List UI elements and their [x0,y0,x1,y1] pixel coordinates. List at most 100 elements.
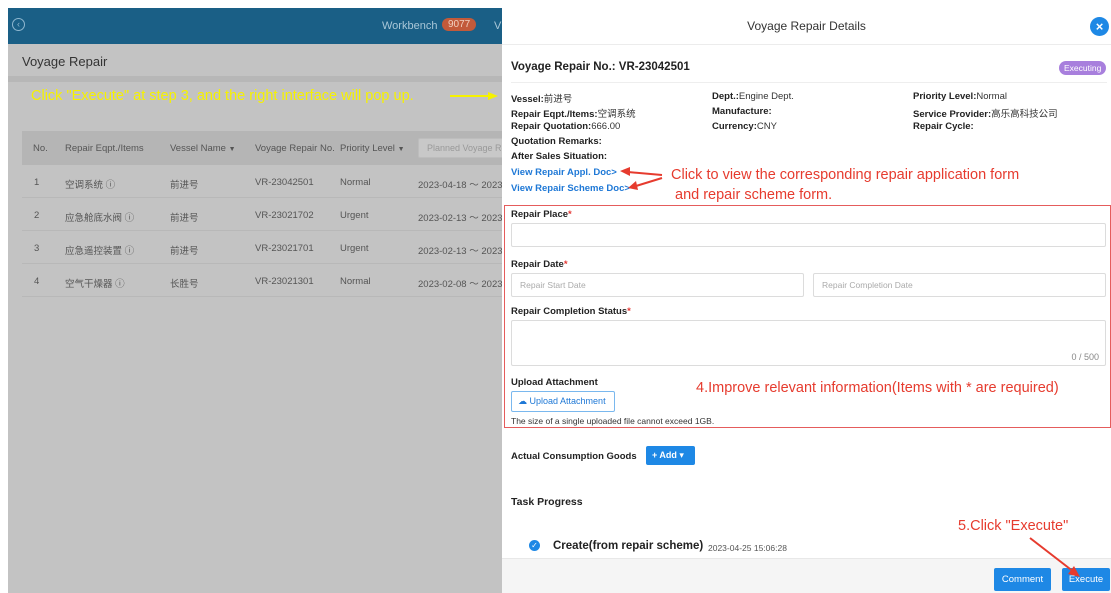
col-header-items: Repair Eqpt./Items [65,143,144,154]
task-progress-item-time: 2023-04-25 15:06:28 [708,543,787,553]
repair-completion-date-input[interactable]: Repair Completion Date [813,273,1106,297]
view-docs-annotation-line2: and repair scheme form. [675,187,833,203]
col-header-no: No. [33,143,48,154]
step-annotation: Click "Execute" at step 3, and the right… [31,88,414,104]
caret-down-icon: ▼ [228,146,236,153]
title-divider [8,76,502,82]
execute-annotation: 5.Click "Execute" [958,518,1069,534]
repair-start-date-input[interactable]: Repair Start Date [511,273,804,297]
status-badge: Executing [1059,61,1107,75]
view-docs-annotation-line1: Click to view the corresponding repair a… [671,167,1020,183]
drawer-title: Voyage Repair Details [747,19,866,33]
info-label: Vessel: [511,94,544,105]
cell-date: 2023-02-13 ～ 2023 [418,213,502,224]
close-icon[interactable]: × [1090,17,1109,36]
repair-number-label: Voyage Repair No.: [511,61,616,73]
info-label: Service Provider: [913,109,992,120]
col-header-priority[interactable]: Priority Level ▼ [340,143,405,154]
info-value: Engine Dept. [738,91,794,102]
cell-repair-no: VR-23021301 [255,276,314,287]
info-remarks: Quotation Remarks: [511,136,602,147]
info-label: Priority Level: [913,91,977,102]
view-repair-appl-doc-link[interactable]: View Repair Appl. Doc> [511,167,617,178]
execute-button[interactable]: Execute [1062,568,1110,591]
cell-priority: Urgent [340,210,369,221]
comment-button[interactable]: Comment [994,568,1051,591]
info-cycle: Repair Cycle: [913,121,974,132]
cell-date: 2023-02-08 ～ 2023 [418,279,502,290]
workbench-link[interactable]: Workbench [382,20,437,32]
field-label-text: Repair Completion Status [511,306,628,317]
view-repair-scheme-doc-link[interactable]: View Repair Scheme Doc> [511,183,630,194]
table-row[interactable]: 2 应急舱底水阀 ⓘ 前进号 VR-23021702 Urgent 2023-0… [22,198,502,231]
cell-no: 4 [34,276,40,287]
cell-repair-no: VR-23042501 [255,177,314,188]
upload-button-label: Upload Attachment [529,396,606,406]
info-priority: Priority Level:Normal [913,91,1007,102]
caret-down-icon: ▼ [397,146,405,153]
cell-no: 1 [34,177,40,188]
cloud-upload-icon: ☁ [518,396,527,406]
info-label: After Sales Situation: [511,151,608,162]
cell-item: 空气干燥器 ⓘ [65,279,125,290]
table-row[interactable]: 4 空气干燥器 ⓘ 长胜号 VR-23021301 Normal 2023-02… [22,264,502,297]
table-row[interactable]: 3 应急遥控装置 ⓘ 前进号 VR-23021701 Urgent 2023-0… [22,231,502,264]
app-root: ‹ Workbench 9077 V Voyage Repair Click "… [0,0,1111,593]
info-value: Normal [976,91,1007,102]
repair-place-label: Repair Place* [511,209,572,220]
cell-vessel: 前进号 [170,180,199,191]
cell-repair-no: VR-23021702 [255,210,314,221]
required-mark: * [563,259,568,270]
cell-date: 2023-02-13 ～ 2023 [418,246,502,257]
col-header-priority-label: Priority Level [340,143,395,154]
add-goods-button[interactable]: + Add ▾ [646,446,695,465]
upload-attachment-button[interactable]: ☁ Upload Attachment [511,391,615,412]
field-label-text: Repair Date [511,259,564,270]
cell-item: 应急舱底水阀 ⓘ [65,213,135,224]
info-aftersales: After Sales Situation: [511,151,607,162]
nav-item-truncated[interactable]: V [494,20,501,32]
info-vessel: Vessel:前进号 [511,91,572,105]
top-nav-bar: ‹ Workbench 9077 V [8,8,502,44]
cell-no: 3 [34,243,40,254]
cell-vessel: 前进号 [170,213,199,224]
upload-size-note: The size of a single uploaded file canno… [511,416,715,426]
info-value: 666.00 [591,121,621,132]
back-icon[interactable]: ‹ [12,18,25,31]
info-provider: Service Provider:高乐高科技公司 [913,106,1058,120]
col-header-repair-no: Voyage Repair No. [255,143,335,154]
char-count: 0 / 500 [1071,352,1099,362]
cell-item: 应急遥控装置 ⓘ [65,246,135,257]
cell-item: 空调系统 ⓘ [65,180,116,191]
info-value: 高乐高科技公司 [991,109,1058,120]
info-label: Quotation Remarks: [511,136,602,147]
info-label: Repair Cycle: [913,121,974,132]
cell-vessel: 长胜号 [170,279,199,290]
info-label: Manufacture: [712,106,772,117]
table-row[interactable]: 1 空调系统 ⓘ 前进号 VR-23042501 Normal 2023-04-… [22,165,502,198]
repair-number: Voyage Repair No.: VR-23042501 [511,61,690,73]
repair-place-input[interactable] [511,223,1106,247]
task-progress-item-title: Create(from repair scheme) [553,540,704,552]
info-value: 空调系统 [597,109,636,120]
cell-priority: Normal [340,177,371,188]
col-header-vessel[interactable]: Vessel Name ▼ [170,143,236,154]
info-eqpt: Repair Eqpt./Items:空调系统 [511,106,636,120]
info-label: Repair Eqpt./Items: [511,109,598,120]
repair-number-value: VR-23042501 [618,61,690,73]
field-label-text: Repair Place [511,209,569,220]
page-title: Voyage Repair [22,54,108,69]
completion-status-textarea[interactable]: 0 / 500 [511,320,1106,366]
check-circle-icon: ✓ [529,540,540,551]
consumption-goods-label: Actual Consumption Goods [511,451,637,462]
planned-date-filter[interactable]: Planned Voyage Re [418,138,502,158]
col-header-vessel-label: Vessel Name [170,143,226,154]
info-value: CNY [756,121,777,132]
cell-repair-no: VR-23021701 [255,243,314,254]
repair-date-label: Repair Date* [511,259,568,270]
info-label: Repair Quotation: [511,121,592,132]
required-mark: * [568,209,572,220]
improve-info-annotation: 4.Improve relevant information(Items wit… [696,380,1059,396]
header-divider [502,44,1111,45]
info-label: Dept.: [712,91,739,102]
